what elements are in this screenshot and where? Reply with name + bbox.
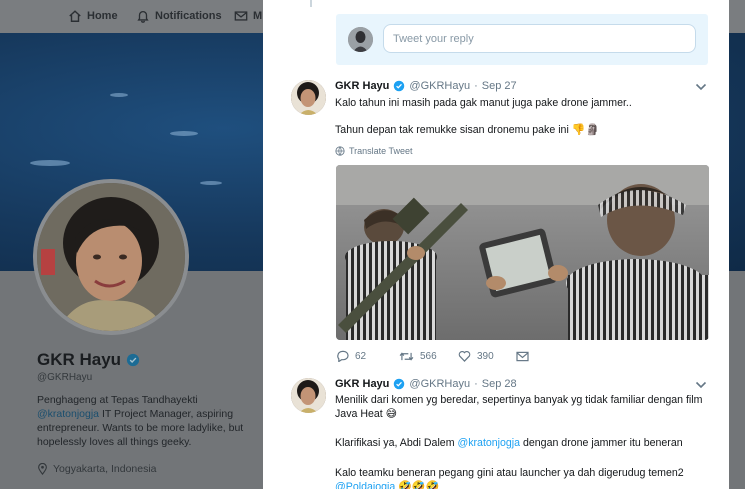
mail-icon <box>234 11 248 21</box>
author-photo <box>291 378 326 413</box>
tweet-media-photo[interactable] <box>336 165 709 340</box>
bio-text: IT Project Manager, aspiring <box>99 408 234 420</box>
envelope-icon <box>516 351 529 361</box>
bell-icon <box>137 10 149 23</box>
mention-link[interactable]: @kratonjogja <box>457 437 520 449</box>
profile-name-text: GKR Hayu <box>37 350 122 369</box>
reply-count: 62 <box>355 350 367 362</box>
banner-fish <box>30 160 70 166</box>
globe-icon <box>335 146 345 156</box>
tweet-text-line: Menilik dari komen yg beredar, sepertiny… <box>335 394 703 406</box>
banner-fish <box>170 131 198 136</box>
tweet-text: Tahun depan tak remukke sisan dronemu pa… <box>335 124 569 136</box>
bio-line: Penghageng at Tepas Tandhayekti <box>37 394 198 406</box>
tweet-author-avatar[interactable] <box>291 378 326 413</box>
reply-composer <box>336 14 708 65</box>
reply-icon <box>337 350 349 362</box>
home-icon <box>69 10 81 22</box>
banner-fish <box>110 93 128 97</box>
reply-action[interactable]: 62 <box>336 350 399 362</box>
profile-name: GKR Hayu <box>37 350 140 370</box>
bio-line: hopelessly loves all things geeky. <box>37 436 192 448</box>
separator-dot: · <box>474 80 478 92</box>
tweet-author-handle[interactable]: @GKRHayu <box>409 80 470 92</box>
retweet-action[interactable]: 566 <box>399 350 458 362</box>
author-photo <box>291 80 326 115</box>
nav-messages[interactable]: M <box>234 9 262 23</box>
thumbs-down-emoji: 👎 <box>571 124 586 136</box>
tweet-header: GKR Hayu @GKRHayu · Sep 28 <box>335 378 517 390</box>
banner-fish <box>200 181 222 185</box>
nav-messages-label: M <box>253 10 263 22</box>
like-action[interactable]: 390 <box>458 350 516 362</box>
tweet-text: Java Heat <box>335 408 383 420</box>
moai-emoji: 🗿 <box>585 124 600 136</box>
translate-label: Translate Tweet <box>349 146 413 156</box>
tweet-thread-modal: GKR Hayu @GKRHayu · Sep 27 Kalo tahun in… <box>263 0 729 489</box>
mention-link[interactable]: @Poldajogja <box>335 481 395 489</box>
grinning-sweat-emoji: 😅 <box>385 408 398 420</box>
tweet-author-handle[interactable]: @GKRHayu <box>409 378 470 390</box>
tweet-actions: 62 566 390 <box>336 350 529 362</box>
tweet[interactable]: GKR Hayu @GKRHayu · Sep 28 Menilik dari … <box>263 378 729 489</box>
tweet-text: Klarifikasi ya, Abdi Dalem <box>335 437 458 449</box>
thread-connector <box>310 0 312 7</box>
tweet-text-line: Kalo teamku beneran pegang gini atau lau… <box>335 467 684 479</box>
translate-tweet-link[interactable]: Translate Tweet <box>335 146 413 156</box>
nav-home[interactable]: Home <box>68 9 118 23</box>
chevron-down-icon[interactable] <box>695 380 707 390</box>
user-avatar-image <box>348 27 373 52</box>
verified-badge-icon <box>126 353 140 367</box>
retweet-icon <box>399 351 414 361</box>
chevron-down-icon[interactable] <box>695 82 707 92</box>
tweet-header: GKR Hayu @GKRHayu · Sep 27 <box>335 80 517 92</box>
nav-notifications[interactable]: Notifications <box>136 9 222 23</box>
profile-bio: Penghageng at Tepas Tandhayekti @kratonj… <box>37 393 257 449</box>
tweet-date[interactable]: Sep 27 <box>482 80 517 92</box>
bio-line: @kratonjogja IT Project Manager, aspirin… <box>37 407 257 421</box>
user-avatar <box>348 27 373 52</box>
tweet-author-name[interactable]: GKR Hayu <box>335 80 389 92</box>
tweet-text-line: Tahun depan tak remukke sisan dronemu pa… <box>335 123 599 137</box>
laughing-emoji: 🤣🤣🤣 <box>398 481 440 489</box>
reply-input[interactable] <box>383 24 696 53</box>
tweet-text: dengan drone jammer itu beneran <box>520 437 683 449</box>
location-pin-icon <box>38 463 47 475</box>
profile-photo <box>37 183 185 331</box>
heart-icon <box>458 351 471 362</box>
profile-location: Yogyakarta, Indonesia <box>37 463 157 475</box>
verified-badge-icon <box>394 378 405 390</box>
nav-notifications-label: Notifications <box>155 10 222 22</box>
tweet-text-line: @Poldajogja 🤣🤣🤣 <box>335 480 439 489</box>
photo-drone-jammer <box>336 165 709 340</box>
bio-mention-link[interactable]: @kratonjogja <box>37 408 99 420</box>
direct-message-action[interactable] <box>516 350 529 362</box>
separator-dot: · <box>474 378 478 390</box>
tweet-date[interactable]: Sep 28 <box>482 378 517 390</box>
profile-location-text: Yogyakarta, Indonesia <box>53 463 157 475</box>
tweet-text-line: Klarifikasi ya, Abdi Dalem @kratonjogja … <box>335 436 683 450</box>
tweet-author-avatar[interactable] <box>291 80 326 115</box>
bio-line: entrepreneur. Wants to be more ladylike,… <box>37 422 244 434</box>
profile-handle: @GKRHayu <box>37 372 93 383</box>
verified-badge-icon <box>394 80 405 92</box>
tweet-text-line: Kalo tahun ini masih pada gak manut juga… <box>335 97 632 109</box>
profile-avatar[interactable] <box>33 179 189 335</box>
tweet-author-name[interactable]: GKR Hayu <box>335 378 389 390</box>
nav-home-label: Home <box>87 10 118 22</box>
tweet-text-line: Java Heat 😅 <box>335 407 397 421</box>
like-count: 390 <box>477 350 494 362</box>
retweet-count: 566 <box>420 350 437 362</box>
